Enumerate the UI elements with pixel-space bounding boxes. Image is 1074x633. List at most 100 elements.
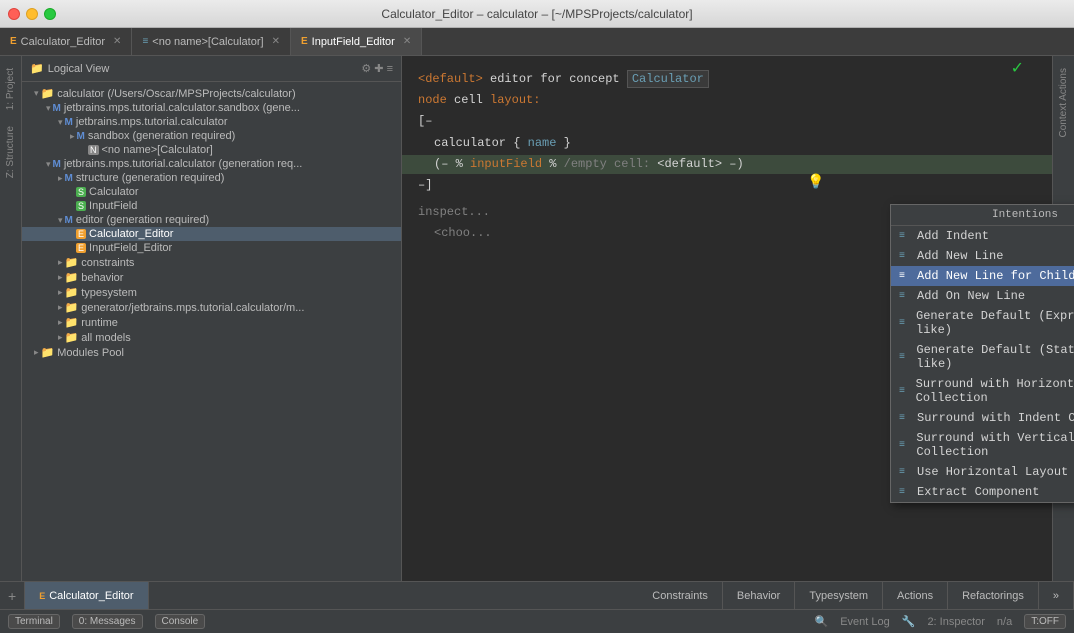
tab-icon-e: E — [10, 36, 17, 47]
editor-content[interactable]: ✓ <default> editor for concept Calculato… — [402, 56, 1052, 581]
lightbulb-icon[interactable]: 💡 — [807, 174, 824, 191]
arrow-mps-calc: ▾ — [46, 159, 51, 170]
bottom-tab-refactorings[interactable]: Refactorings — [948, 582, 1039, 609]
console-button[interactable]: Console — [155, 614, 206, 629]
tab-inputfield-editor[interactable]: E InputField_Editor ✕ — [291, 28, 422, 55]
bottom-tab-constraints[interactable]: Constraints — [638, 582, 723, 609]
search-icon: 🔍 — [814, 615, 828, 628]
label-sandbox-gen: sandbox (generation required) — [88, 130, 235, 142]
tab-calculator-editor[interactable]: E Calculator_Editor ✕ — [0, 28, 132, 55]
label-typesystem: typesystem — [81, 287, 137, 299]
s-icon-calculator: S — [76, 187, 86, 197]
arrow-constraints: ▸ — [58, 257, 63, 268]
menu-label-children: Add New Line for Children — [917, 269, 1074, 283]
concept-name: Calculator — [627, 70, 709, 88]
arrow-calc-module: ▾ — [58, 117, 63, 128]
menu-item-add-new-line[interactable]: ≡ Add New Line ▶ — [891, 246, 1074, 266]
messages-button[interactable]: 0: Messages — [72, 614, 143, 629]
traffic-lights[interactable] — [8, 8, 56, 20]
tree-item-editor-folder[interactable]: ▾ M editor (generation required) — [22, 213, 401, 227]
menu-item-surround-indent[interactable]: ≡ Surround with Indent Collection ▶ — [891, 408, 1074, 428]
menu-icon-use-horiz: ≡ — [899, 467, 913, 478]
bottom-tab-typesystem[interactable]: Typesystem — [795, 582, 883, 609]
menu-item-surround-horiz[interactable]: ≡ Surround with Horizontal Collection ▶ — [891, 374, 1074, 408]
menu-icon-gen-stmt: ≡ — [899, 352, 912, 363]
tree-item-no-name[interactable]: N <no name>[Calculator] — [22, 143, 401, 157]
project-tree[interactable]: ▾ 📁 calculator (/Users/Oscar/MPSProjects… — [22, 82, 401, 581]
tree-item-generator[interactable]: ▸ 📁 generator/jetbrains.mps.tutorial.cal… — [22, 300, 401, 315]
menu-item-gen-stmt[interactable]: ≡ Generate Default (Statement-like) ▶ — [891, 340, 1074, 374]
menu-item-extract[interactable]: ≡ Extract Component ⌥⌘C — [891, 482, 1074, 502]
maximize-button[interactable] — [44, 8, 56, 20]
bottom-tab-overflow[interactable]: » — [1039, 582, 1074, 609]
menu-label-add-indent: Add Indent — [917, 229, 989, 243]
tree-item-calculator-class[interactable]: S Calculator — [22, 185, 401, 199]
menu-item-add-new-line-children[interactable]: ≡ Add New Line for Children ▶ — [891, 266, 1074, 286]
tree-item-inputfield-editor[interactable]: E InputField_Editor — [22, 241, 401, 255]
label-sandbox-module: jetbrains.mps.tutorial.calculator.sandbo… — [64, 102, 300, 114]
arrow-generator: ▸ — [58, 302, 63, 313]
tree-item-sandbox-module[interactable]: ▾ M jetbrains.mps.tutorial.calculator.sa… — [22, 101, 401, 115]
folder-icon-generator: 📁 — [65, 301, 79, 314]
tree-item-calc-editor[interactable]: E Calculator_Editor — [22, 227, 401, 241]
tree-item-constraints[interactable]: ▸ 📁 constraints — [22, 255, 401, 270]
menu-item-add-on-new-line[interactable]: ≡ Add On New Line ▶ — [891, 286, 1074, 306]
menu-item-gen-expr[interactable]: ≡ Generate Default (Expression-like) ▶ — [891, 306, 1074, 340]
menu-icon-gen-expr: ≡ — [899, 318, 912, 329]
terminal-button[interactable]: Terminal — [8, 614, 60, 629]
project-tab[interactable]: 1: Project — [3, 60, 18, 118]
menu-item-use-horiz[interactable]: ≡ Use Horizontal Layout ▶ — [891, 462, 1074, 482]
overflow-icon: » — [1053, 590, 1059, 602]
kw-layout: layout: — [490, 93, 540, 107]
tree-item-modules-pool[interactable]: ▸ 📁 Modules Pool — [22, 345, 401, 360]
n-icon-no-name: N — [88, 145, 99, 155]
module-icon-mps-calc: M — [53, 159, 61, 170]
tree-item-typesystem[interactable]: ▸ 📁 typesystem — [22, 285, 401, 300]
tree-item-calc-module[interactable]: ▾ M jetbrains.mps.tutorial.calculator — [22, 115, 401, 129]
tree-item-runtime[interactable]: ▸ 📁 runtime — [22, 315, 401, 330]
tab-label-inputfield-editor: InputField_Editor — [312, 36, 395, 48]
tab-no-name[interactable]: ≡ <no name>[Calculator] ✕ — [132, 28, 291, 55]
statusbar-right: 🔍 Event Log 🔧 2: Inspector n/a T:OFF — [814, 614, 1066, 629]
bottom-tab-calc-editor[interactable]: E Calculator_Editor — [25, 582, 148, 609]
editor-line-6: –] — [418, 176, 1036, 195]
position-label: n/a — [997, 616, 1012, 628]
label-calc-editor: Calculator_Editor — [89, 228, 173, 240]
module-icon-calc: M — [65, 117, 73, 128]
kw-default: <default> — [418, 72, 483, 86]
minimize-button[interactable] — [26, 8, 38, 20]
tree-item-inputfield-class[interactable]: S InputField — [22, 199, 401, 213]
tab-close-no-name[interactable]: ✕ — [272, 36, 280, 47]
add-tab-button[interactable]: + — [0, 582, 24, 609]
arrow-sandbox-gen: ▸ — [70, 131, 75, 142]
tree-item-behavior[interactable]: ▸ 📁 behavior — [22, 270, 401, 285]
close-button[interactable] — [8, 8, 20, 20]
window-title: Calculator_Editor – calculator – [~/MPSP… — [381, 7, 692, 21]
tree-item-all-models[interactable]: ▸ 📁 all models — [22, 330, 401, 345]
titlebar: Calculator_Editor – calculator – [~/MPSP… — [0, 0, 1074, 28]
context-actions-tab[interactable]: Context Actions — [1056, 60, 1071, 145]
tab-close-inputfield-editor[interactable]: ✕ — [403, 36, 411, 47]
tree-item-mps-calc[interactable]: ▾ M jetbrains.mps.tutorial.calculator (g… — [22, 157, 401, 171]
event-log-label[interactable]: Event Log — [840, 616, 890, 628]
menu-item-add-indent[interactable]: ≡ Add Indent ▶ — [891, 226, 1074, 246]
inspector-label[interactable]: 2: Inspector — [927, 616, 984, 628]
menu-header: Intentions — [891, 205, 1074, 226]
tab-label-no-name: <no name>[Calculator] — [152, 36, 263, 48]
tree-item-calculator-root[interactable]: ▾ 📁 calculator (/Users/Oscar/MPSProjects… — [22, 86, 401, 101]
tree-item-sandbox-gen[interactable]: ▸ M sandbox (generation required) — [22, 129, 401, 143]
label-all-models: all models — [81, 332, 131, 344]
tree-item-structure[interactable]: ▸ M structure (generation required) — [22, 171, 401, 185]
module-icon-sandbox: M — [53, 103, 61, 114]
tab-close-calculator-editor[interactable]: ✕ — [113, 36, 121, 47]
arrow-calculator-root: ▾ — [34, 88, 39, 99]
bottom-tab-actions[interactable]: Actions — [883, 582, 948, 609]
mode-button[interactable]: T:OFF — [1024, 614, 1066, 629]
menu-item-surround-vert[interactable]: ≡ Surround with Vertical Collection ▶ — [891, 428, 1074, 462]
structure-tab[interactable]: Z: Structure — [3, 118, 18, 186]
bottom-tab-behavior[interactable]: Behavior — [723, 582, 795, 609]
folder-icon-modules-pool: 📁 — [41, 346, 55, 359]
arrow-runtime: ▸ — [58, 317, 63, 328]
editor-tabbar: E Calculator_Editor ✕ ≡ <no name>[Calcul… — [0, 28, 1074, 56]
bottom-tab-label-actions: Actions — [897, 590, 933, 602]
